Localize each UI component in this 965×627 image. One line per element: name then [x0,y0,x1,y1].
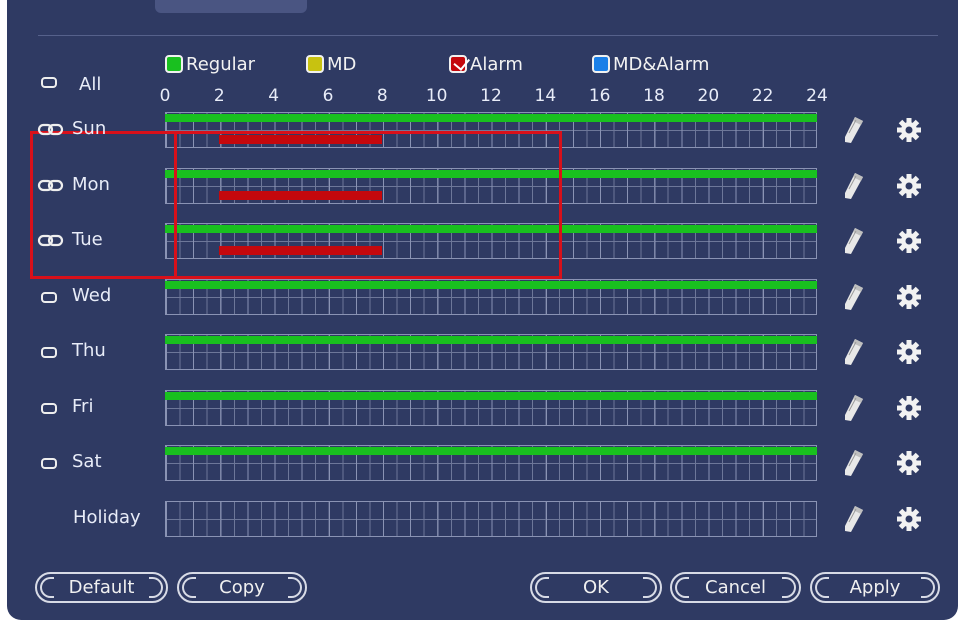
hour-tick-label: 24 [806,86,828,106]
apply-button[interactable]: Apply [810,572,940,603]
gear-icon[interactable] [896,395,922,421]
hour-tick-label: 14 [534,86,557,106]
legend-md-alarm[interactable]: MD&Alarm [592,52,709,76]
hour-tick-label: 4 [268,86,280,106]
all-toggle[interactable] [41,77,57,88]
cancel-button[interactable]: Cancel [670,572,801,603]
hour-tick-label: 18 [643,86,665,106]
gear-icon[interactable] [896,284,922,310]
day-label: Sat [72,451,102,472]
hour-tick-label: 2 [213,86,225,106]
regular-period-bar [165,114,817,122]
day-label: Wed [72,284,112,306]
legend-regular-label: Regular [186,53,256,75]
copy-button[interactable]: Copy [177,572,307,603]
md-color-swatch [306,55,324,73]
day-toggle[interactable] [41,458,57,469]
legend-md[interactable]: MD [306,52,356,76]
regular-period-bar [165,391,817,400]
schedule-row[interactable] [165,389,817,426]
day-label: Tue [72,229,103,250]
hour-tick-label: 16 [588,86,611,106]
link-icon[interactable] [37,234,65,248]
gear-icon[interactable] [896,117,922,143]
top-tab[interactable] [155,0,307,13]
separator [38,35,938,36]
day-toggle[interactable] [41,347,57,358]
regular-period-bar [165,280,817,289]
day-toggle[interactable] [41,402,57,414]
legend-regular[interactable]: Regular [165,52,255,76]
checkmark-icon [453,53,471,71]
day-label: Fri [72,395,94,417]
all-label: All [79,74,102,95]
pencil-icon[interactable] [841,226,867,256]
schedule-row[interactable] [165,334,817,370]
schedule-row[interactable] [165,500,817,537]
hour-tick-label: 10 [425,86,448,106]
alarm-checkbox[interactable] [449,53,471,73]
regular-period-bar [165,447,817,455]
day-toggle[interactable] [41,291,57,303]
regular-color-swatch [165,55,183,73]
gear-icon[interactable] [896,506,922,532]
ok-button[interactable]: OK [530,572,662,603]
pencil-icon[interactable] [841,448,867,478]
pencil-icon[interactable] [841,115,867,145]
day-label: Mon [72,173,110,195]
legend-md-label: MD [327,53,357,75]
md-alarm-color-swatch [592,55,610,73]
hour-tick-label: 6 [322,86,334,106]
regular-period-bar [165,336,817,344]
schedule-row[interactable] [165,278,817,315]
pencil-icon[interactable] [841,282,867,312]
hour-tick-label: 12 [480,86,502,106]
default-button[interactable]: Default [35,572,168,603]
pencil-icon[interactable] [841,504,867,534]
gear-icon[interactable] [896,339,922,365]
link-icon[interactable] [37,179,65,193]
hour-tick-label: 20 [697,86,720,106]
gear-icon[interactable] [896,228,922,254]
hour-tick-label: 0 [159,86,171,106]
legend-alarm-label: Alarm [470,53,523,75]
gear-icon[interactable] [896,450,922,476]
highlight-time-box [174,131,562,279]
link-icon[interactable] [37,123,65,137]
pencil-icon[interactable] [841,393,867,423]
pencil-icon[interactable] [841,171,867,201]
legend-alarm[interactable]: Alarm [449,52,523,76]
legend-md-alarm-label: MD&Alarm [613,53,710,75]
hour-tick-label: 22 [751,86,774,106]
hour-tick-label: 8 [376,86,388,106]
day-label: Thu [72,340,106,361]
day-label: Sun [72,118,107,139]
pencil-icon[interactable] [841,337,867,367]
schedule-row[interactable] [165,445,817,481]
gear-icon[interactable] [896,173,922,199]
day-label: Holiday [73,506,141,528]
highlight-days-box [30,131,177,279]
